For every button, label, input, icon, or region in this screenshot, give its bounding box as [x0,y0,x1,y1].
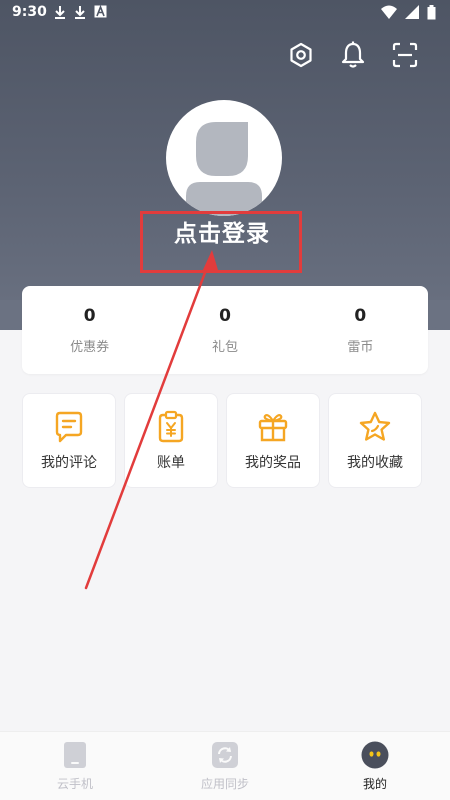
settings-icon [290,42,312,68]
nav-label: 云手机 [56,777,93,791]
shortcut-grid: 我的评论 账单 我的奖品 我的收藏 [22,393,422,488]
nav-app-sync[interactable]: 应用同步 [150,732,300,800]
gift-icon [258,413,288,441]
scan-icon [392,42,418,68]
status-time: 9:30 [12,4,47,20]
wifi-icon [381,5,397,19]
avatar[interactable] [166,100,282,216]
stat-value: 0 [219,305,231,326]
signal-icon [405,5,419,19]
stat-value: 0 [354,305,367,326]
default-avatar-icon [186,122,262,216]
download-icon [55,6,65,19]
tile-label: 账单 [157,454,185,471]
nav-cloud-phone[interactable]: 云手机 [0,732,150,800]
comment-icon [55,411,83,442]
download-icon [75,6,85,19]
shortcut-my-prizes[interactable]: 我的奖品 [226,393,320,488]
status-bar: 9:30 [0,0,450,26]
bottom-nav: 云手机 应用同步 我的 [0,731,450,800]
nav-mine[interactable]: 我的 [300,732,450,800]
annotation-highlight-box [140,211,302,273]
tile-label: 我的评论 [41,454,97,471]
stat-label: 礼包 [211,339,238,355]
header-actions [286,40,420,70]
tile-label: 我的收藏 [347,454,403,471]
stat-coupons[interactable]: 0 优惠券 [22,286,157,374]
star-icon [359,411,391,441]
sync-icon [212,742,238,768]
nav-label: 应用同步 [200,777,249,791]
shortcut-my-favorites[interactable]: 我的收藏 [328,393,422,488]
notifications-button[interactable] [338,40,368,70]
stat-label: 雷币 [347,339,374,355]
stats-card: 0 优惠券 0 礼包 0 雷币 [22,286,428,374]
settings-button[interactable] [286,40,316,70]
font-a-icon [94,5,107,18]
tile-label: 我的奖品 [245,454,301,471]
shortcut-bills[interactable]: 账单 [124,393,218,488]
nav-label: 我的 [362,777,387,791]
profile-face-icon [361,741,389,769]
bell-icon [341,41,365,68]
stat-value: 0 [83,305,96,326]
battery-icon [427,5,436,20]
stat-coins[interactable]: 0 雷币 [293,286,428,374]
stat-label: 优惠券 [70,339,110,355]
phone-icon [64,742,86,768]
stat-gift-packs[interactable]: 0 礼包 [157,286,292,374]
shortcut-my-comments[interactable]: 我的评论 [22,393,116,488]
bill-icon [158,410,184,442]
scan-button[interactable] [390,40,420,70]
